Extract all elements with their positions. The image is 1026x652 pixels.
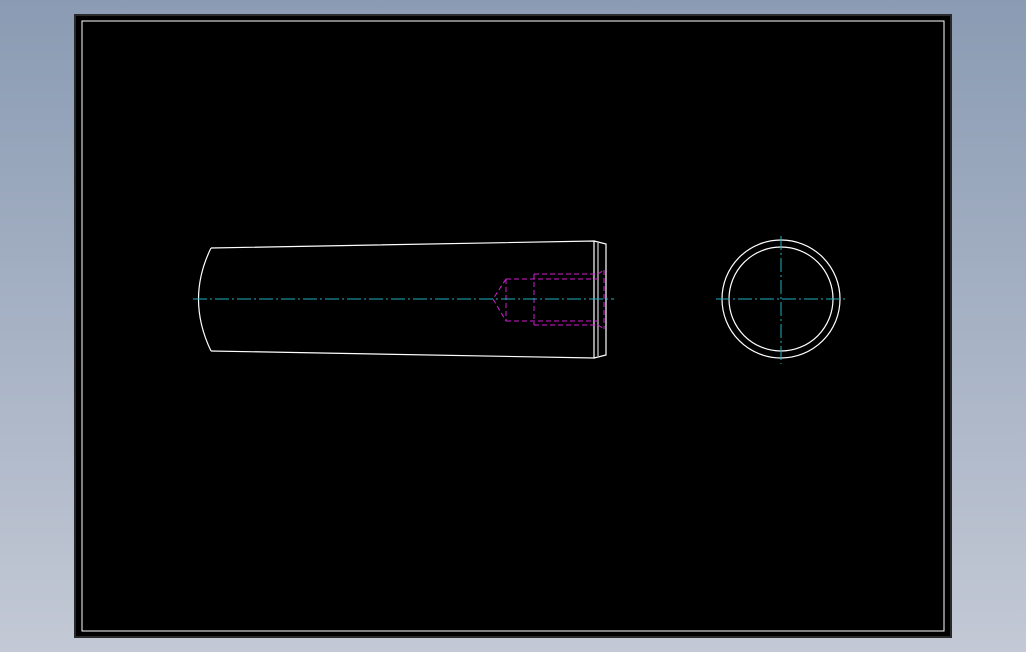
- drawing-sheet: [74, 14, 952, 638]
- drawing-canvas[interactable]: [0, 0, 1026, 652]
- cad-viewport[interactable]: [0, 0, 1026, 652]
